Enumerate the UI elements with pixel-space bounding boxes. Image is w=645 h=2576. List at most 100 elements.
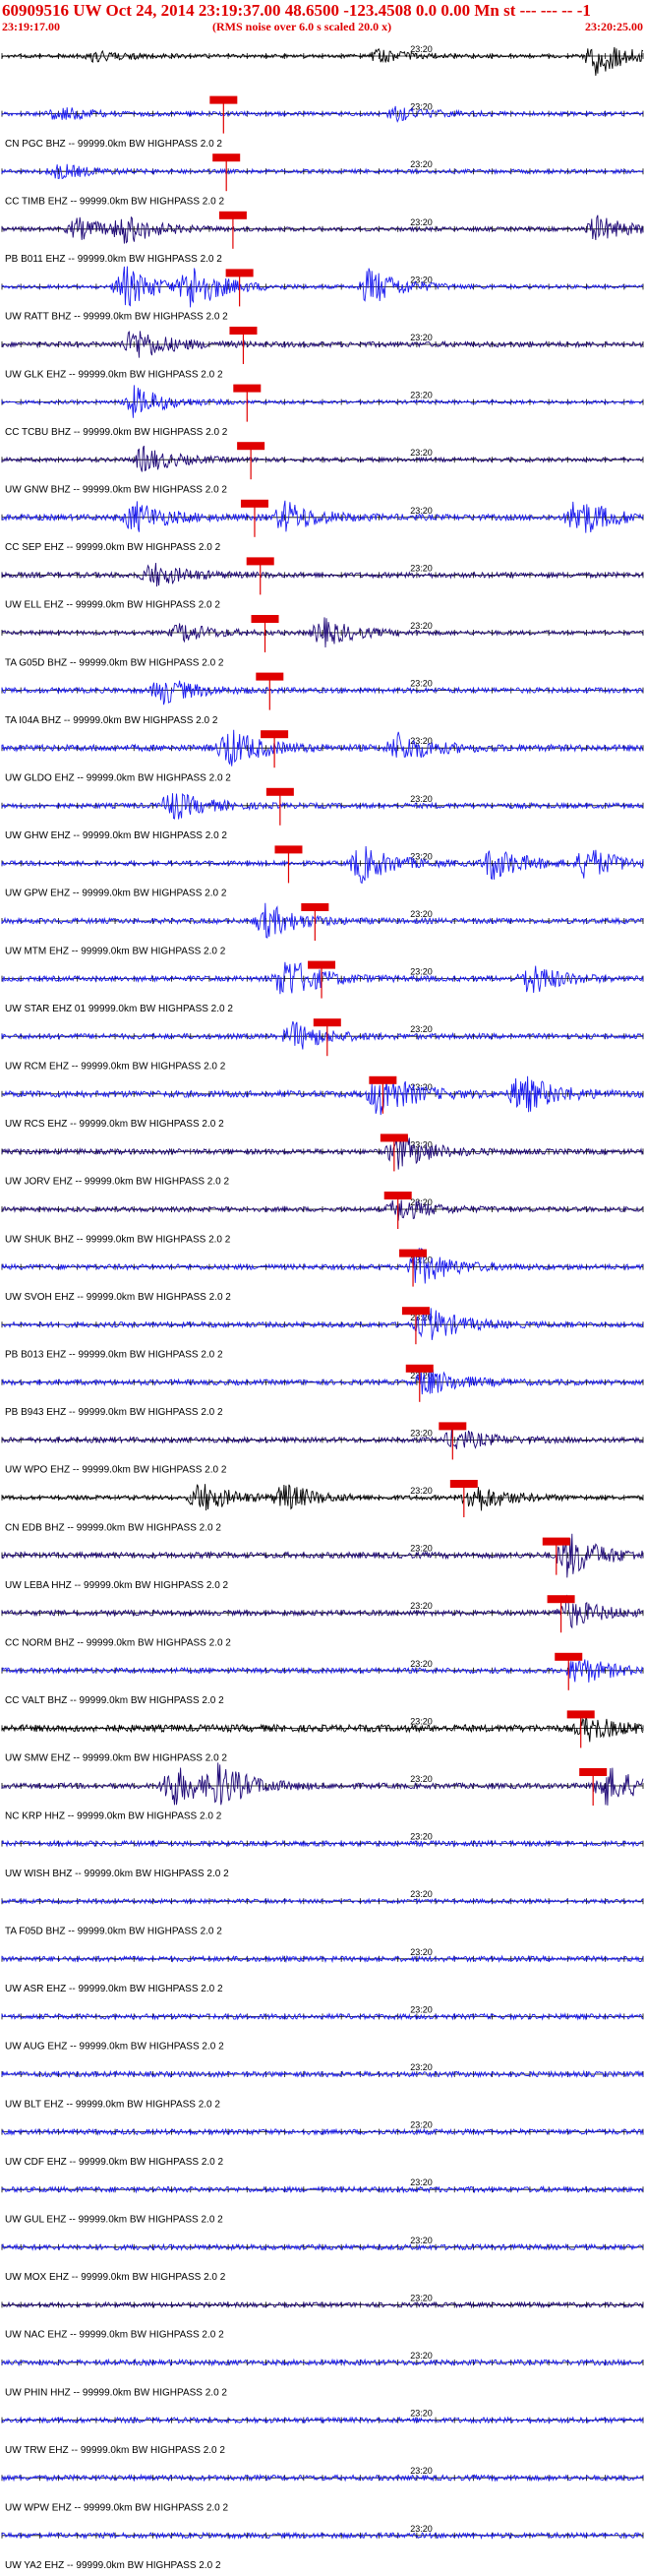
waveform xyxy=(1,793,644,820)
trace-row-29: 23:20 UW SMW EHZ -- 99999.0km BW HIGHPASS… xyxy=(1,1710,644,1764)
waveform xyxy=(1,46,644,76)
time-tick-label: 23:20 xyxy=(410,1428,433,1438)
pick-marker xyxy=(265,787,294,796)
waveform xyxy=(1,1307,644,1340)
time-tick-label: 23:20 xyxy=(410,621,433,631)
station-label: UW RATT BHZ -- 99999.0km BW HIGHPASS 2.0… xyxy=(5,312,228,323)
trace-row-35: 23:20 UW BLT EHZ -- 99999.0km BW HIGHPASS… xyxy=(1,2062,644,2110)
time-tick-label: 23:20 xyxy=(410,217,433,227)
station-label: UW ELL EHZ -- 99999.0km BW HIGHPASS 2.0 … xyxy=(5,600,220,611)
trace-row-11: 23:20 TA I04A BHZ -- 99999.0km BW HIGHPAS… xyxy=(1,672,644,726)
pick-marker xyxy=(405,1364,434,1373)
event-title: 60909516 UW Oct 24, 2014 23:19:37.00 48.… xyxy=(2,1,591,20)
pick-marker xyxy=(369,1075,397,1084)
pick-marker xyxy=(449,1480,478,1488)
pick-marker xyxy=(233,384,262,393)
time-tick-label: 23:20 xyxy=(410,159,433,169)
pick-marker xyxy=(301,903,329,911)
time-tick-label: 23:20 xyxy=(410,1774,433,1784)
time-tick-label: 23:20 xyxy=(410,967,433,977)
station-label: UW WISH BHZ -- 99999.0km BW HIGHPASS 2.0… xyxy=(5,1869,229,1879)
trace-row-22: 23:20PB B013 EHZ -- 99999.0km BW HIGHPAS… xyxy=(1,1307,644,1361)
time-tick-label: 23:20 xyxy=(410,2062,433,2072)
station-label: UW SVOH EHZ -- 99999.0km BW HIGHPASS 2.0… xyxy=(5,1292,231,1303)
time-tick-label: 23:20 xyxy=(410,1139,433,1149)
trace-row-28: 23:20 CC VALT BHZ -- 99999.0km BW HIGHPAS… xyxy=(1,1652,644,1706)
trace-row-6: 23:20 CC TCBU BHZ -- 99999.0km BW HIGHPAS… xyxy=(1,384,644,438)
pick-marker xyxy=(308,960,336,969)
waveform xyxy=(1,500,644,533)
waveform xyxy=(1,385,644,418)
pick-marker xyxy=(579,1768,608,1776)
station-label: UW STAR EHZ 01 99999.0km BW HIGHPASS 2.0… xyxy=(5,1004,233,1014)
station-label: TA I04A BHZ -- 99999.0km BW HIGHPASS 2.0… xyxy=(5,715,218,726)
trace-row-12: 23:20UW GLDO EHZ -- 99999.0km BW HIGHPAS… xyxy=(1,729,644,784)
station-label: NC KRP HHZ -- 99999.0km BW HIGHPASS 2.0 … xyxy=(5,1810,222,1821)
pick-marker xyxy=(542,1537,570,1546)
station-label: UW WPW EHZ -- 99999.0km BW HIGHPASS 2.0 … xyxy=(5,2503,229,2514)
station-label: CC SEP EHZ -- 99999.0km BW HIGHPASS 2.0 … xyxy=(5,542,221,553)
time-tick-label: 23:20 xyxy=(410,2466,433,2476)
station-label: UW AUG EHZ -- 99999.0km BW HIGHPASS 2.0 … xyxy=(5,2042,224,2053)
station-label: UW NAC EHZ -- 99999.0km BW HIGHPASS 2.0 … xyxy=(5,2330,224,2341)
rms-note: (RMS noise over 6.0 s scaled 20.0 x) xyxy=(212,20,392,33)
pick-marker xyxy=(380,1134,408,1142)
trace-row-31: 23:20 UW WISH BHZ -- 99999.0km BW HIGHPAS… xyxy=(1,1832,644,1879)
pick-marker xyxy=(256,672,284,681)
waveform xyxy=(1,1248,644,1284)
trace-row-0: 23:20 xyxy=(1,44,644,76)
pick-marker xyxy=(261,730,289,739)
station-label: UW GUL EHZ -- 99999.0km BW HIGHPASS 2.0 … xyxy=(5,2215,223,2226)
time-tick-label: 23:20 xyxy=(410,275,433,284)
station-label: UW JORV EHZ -- 99999.0km BW HIGHPASS 2.0… xyxy=(5,1177,229,1188)
time-tick-label: 23:20 xyxy=(410,563,433,573)
station-label: UW MTM EHZ -- 99999.0km BW HIGHPASS 2.0 … xyxy=(5,946,226,956)
pick-marker xyxy=(547,1595,575,1604)
time-tick-label: 23:20 xyxy=(410,2236,433,2245)
station-label: UW LEBA HHZ -- 99999.0km BW HIGHPASS 2.0… xyxy=(5,1580,229,1591)
trace-row-21: 23:20UW SVOH EHZ -- 99999.0km BW HIGHPAS… xyxy=(1,1248,644,1303)
station-label: UW GPW EHZ -- 99999.0km BW HIGHPASS 2.0 … xyxy=(5,889,227,899)
time-tick-label: 23:20 xyxy=(410,1716,433,1726)
trace-row-13: 23:20 UW GHW EHZ -- 99999.0km BW HIGHPASS… xyxy=(1,787,644,841)
trace-row-19: 23:20 UW JORV EHZ -- 99999.0km BW HIGHPAS… xyxy=(1,1134,644,1188)
pick-marker xyxy=(212,153,241,162)
station-label: UW ASR EHZ -- 99999.0km BW HIGHPASS 2.0 … xyxy=(5,1984,223,1994)
pick-marker xyxy=(439,1422,467,1431)
station-label: PB B943 EHZ -- 99999.0km BW HIGHPASS 2.0… xyxy=(5,1407,223,1418)
time-tick-label: 23:20 xyxy=(410,333,433,342)
waveform xyxy=(1,445,644,472)
pick-marker xyxy=(209,95,238,104)
station-label: UW PHIN HHZ -- 99999.0km BW HIGHPASS 2.0… xyxy=(5,2387,227,2398)
time-tick-label: 23:20 xyxy=(410,448,433,458)
waveform xyxy=(1,1199,644,1221)
trace-row-24: 23:20 UW WPO EHZ -- 99999.0km BW HIGHPASS… xyxy=(1,1422,644,1476)
seismogram-plot: 23:2023:20CN PGC BHZ -- 99999.0km BW HIG… xyxy=(1,44,644,2571)
station-label: UW GLK EHZ -- 99999.0km BW HIGHPASS 2.0 … xyxy=(5,369,223,380)
trace-row-10: 23:20 TA G05D BHZ -- 99999.0km BW HIGHPAS… xyxy=(1,615,644,668)
time-tick-label: 23:20 xyxy=(410,506,433,516)
station-label: CC TCBU BHZ -- 99999.0km BW HIGHPASS 2.0… xyxy=(5,427,228,438)
trace-row-4: 23:20 UW RATT BHZ -- 99999.0km BW HIGHPAS… xyxy=(1,266,644,323)
pick-marker xyxy=(218,211,247,219)
trace-row-26: 23:20 UW LEBA HHZ -- 99999.0km BW HIGHPAS… xyxy=(1,1533,644,1591)
trace-row-30: 23:20 NC KRP HHZ -- 99999.0km BW HIGHPASS… xyxy=(1,1762,644,1821)
time-tick-label: 23:20 xyxy=(410,1486,433,1496)
pick-marker xyxy=(246,557,274,566)
station-label: UW YA2 EHZ -- 99999.0km BW HIGHPASS 2.0 … xyxy=(5,2560,221,2571)
time-tick-label: 23:20 xyxy=(410,794,433,804)
trace-row-16: 23:20 UW STAR EHZ 01 99999.0km BW HIGHPAS… xyxy=(1,960,644,1014)
station-label: UW GLDO EHZ -- 99999.0km BW HIGHPASS 2.0… xyxy=(5,773,231,784)
time-tick-label: 23:20 xyxy=(410,1544,433,1554)
trace-row-20: 23:20UW SHUK BHZ -- 99999.0km BW HIGHPAS… xyxy=(1,1192,644,1245)
time-tick-label: 23:20 xyxy=(410,2351,433,2361)
station-label: UW SHUK BHZ -- 99999.0km BW HIGHPASS 2.0… xyxy=(5,1234,231,1245)
pick-marker xyxy=(274,845,303,854)
station-label: UW GNW BHZ -- 99999.0km BW HIGHPASS 2.0 … xyxy=(5,485,227,496)
plot-header: 60909516 UW Oct 24, 2014 23:19:37.00 48.… xyxy=(0,0,645,33)
station-label: CC NORM BHZ -- 99999.0km BW HIGHPASS 2.0… xyxy=(5,1638,231,1649)
station-label: TA G05D BHZ -- 99999.0km BW HIGHPASS 2.0… xyxy=(5,657,224,668)
trace-row-8: 23:20 CC SEP EHZ -- 99999.0km BW HIGHPASS… xyxy=(1,499,644,553)
station-label: UW BLT EHZ -- 99999.0km BW HIGHPASS 2.0 … xyxy=(5,2099,220,2110)
time-tick-label: 23:20 xyxy=(410,2524,433,2534)
